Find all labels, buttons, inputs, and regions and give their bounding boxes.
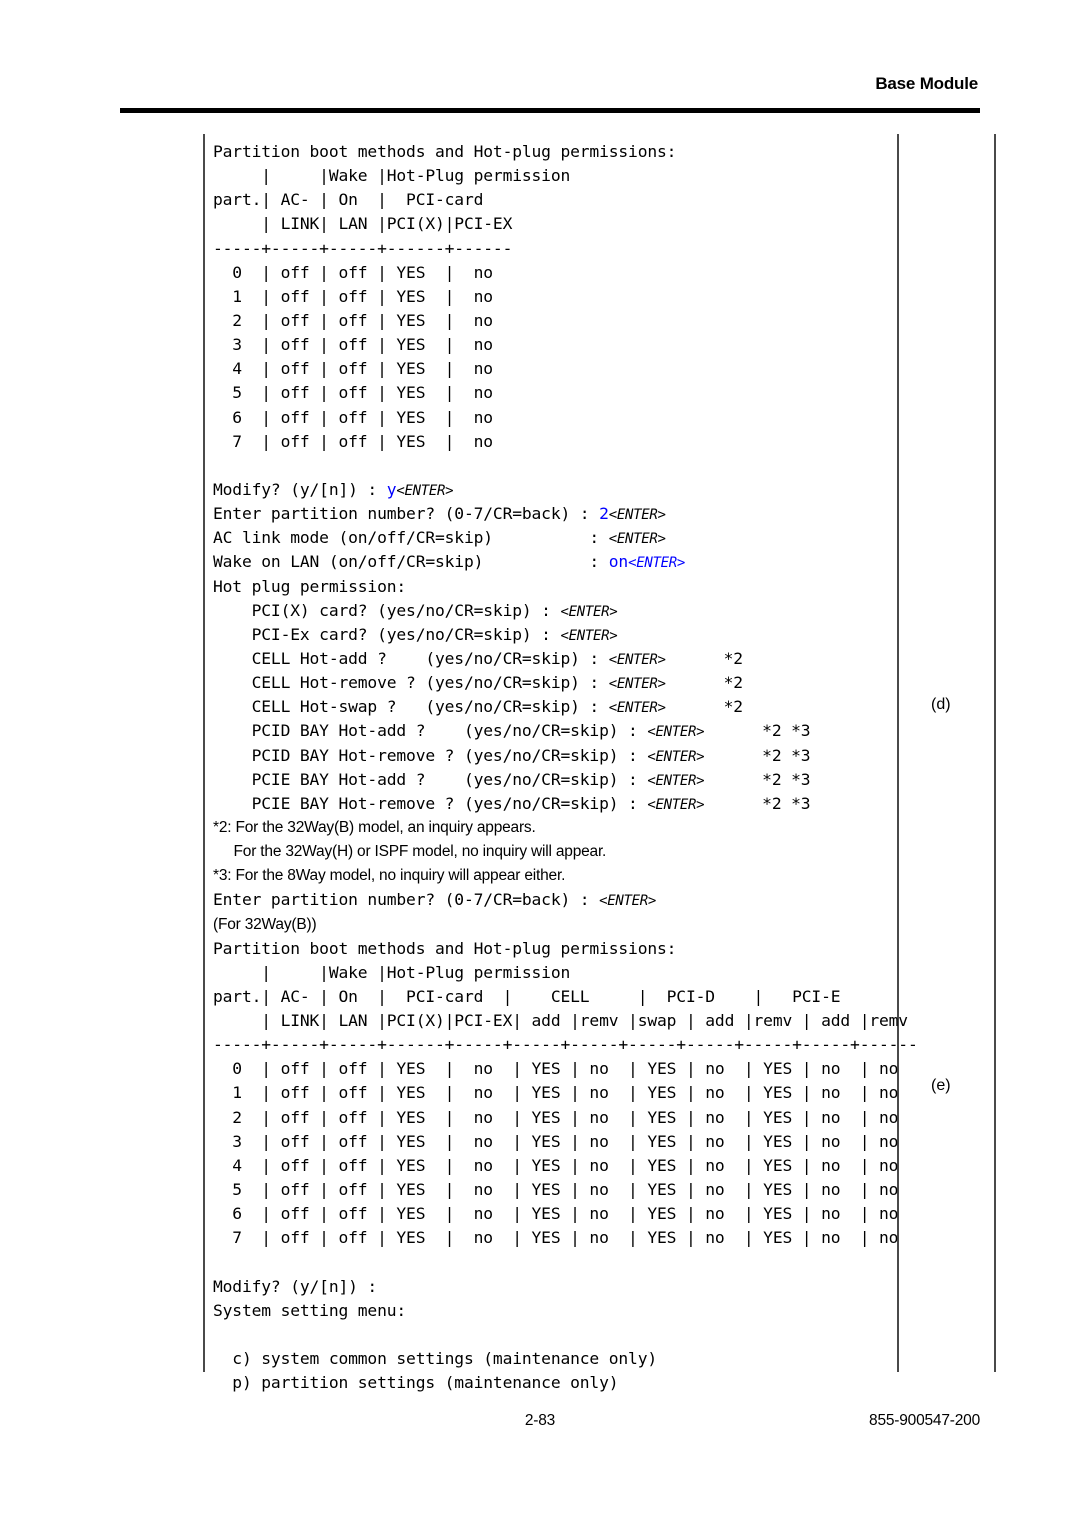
final-prompt-line: Modify? (y/[n]) : <box>213 1276 387 1296</box>
block-b-data-row: 2 | off | off | YES | no | YES | no | YE… <box>213 1107 899 1127</box>
menu-item: c) system common settings (maintenance o… <box>213 1349 657 1369</box>
footer-document-number: 855-900547-200 <box>869 1412 980 1429</box>
footnote-line: *2: For the 32Way(B) model, an inquiry a… <box>213 818 536 836</box>
content-frame-left-rule <box>203 134 205 1372</box>
content-frame-right-rule <box>994 134 996 1372</box>
model-note-line: (For 32Way(B)) <box>213 915 317 933</box>
footnote-line: *3: For the 8Way model, no inquiry will … <box>213 867 566 885</box>
block-b-data-row: 6 | off | off | YES | no | YES | no | YE… <box>213 1204 899 1224</box>
hot-plug-prompt-line: PCIE BAY Hot-remove ? (yes/no/CR=skip) :… <box>213 793 811 813</box>
hot-plug-title: Hot plug permission: <box>213 576 407 596</box>
page-title: Base Module <box>875 74 978 93</box>
prompt-line: AC link mode (on/off/CR=skip) : <ENTER> <box>213 528 666 548</box>
footnote-line: For the 32Way(H) or ISPF model, no inqui… <box>213 843 607 861</box>
block-a-data-row: 6 | off | off | YES | no <box>213 407 493 427</box>
block-a-data-row: 2 | off | off | YES | no <box>213 310 493 330</box>
callout-label-e: (e) <box>931 1077 951 1094</box>
block-b-data-row: 3 | off | off | YES | no | YES | no | YE… <box>213 1131 899 1151</box>
hot-plug-prompt-line: PCIE BAY Hot-add ? (yes/no/CR=skip) : <E… <box>213 769 811 789</box>
hot-plug-prompt-line: PCI(X) card? (yes/no/CR=skip) : <ENTER> <box>213 600 618 620</box>
hot-plug-prompt-line: PCI-Ex card? (yes/no/CR=skip) : <ENTER> <box>213 624 618 644</box>
menu-title: System setting menu: <box>213 1300 407 1320</box>
block-b-data-row: 4 | off | off | YES | no | YES | no | YE… <box>213 1155 899 1175</box>
hot-plug-prompt-line: CELL Hot-remove ? (yes/no/CR=skip) : <EN… <box>213 673 743 693</box>
block-b-separator: -----+-----+-----+------+-----+-----+---… <box>213 1035 918 1055</box>
hot-plug-prompt-line: CELL Hot-add ? (yes/no/CR=skip) : <ENTER… <box>213 648 743 668</box>
block-b-title: Partition boot methods and Hot-plug perm… <box>213 938 677 958</box>
prompt-line: Wake on LAN (on/off/CR=skip) : on<ENTER> <box>213 552 685 572</box>
hot-plug-prompt-line: PCID BAY Hot-remove ? (yes/no/CR=skip) :… <box>213 745 811 765</box>
block-b-data-row: 0 | off | off | YES | no | YES | no | YE… <box>213 1059 899 1079</box>
prompt-line: Enter partition number? (0-7/CR=back) : … <box>213 504 666 524</box>
block-a-data-row: 4 | off | off | YES | no <box>213 359 493 379</box>
block-a-data-row: 5 | off | off | YES | no <box>213 383 493 403</box>
prompt-line: Enter partition number? (0-7/CR=back) : … <box>213 890 656 910</box>
hot-plug-prompt-line: PCID BAY Hot-add ? (yes/no/CR=skip) : <E… <box>213 721 811 741</box>
block-b-header-row: | LINK| LAN |PCI(X)|PCI-EX| add |remv |s… <box>213 1011 908 1031</box>
hot-plug-prompt-line: CELL Hot-swap ? (yes/no/CR=skip) : <ENTE… <box>213 697 743 717</box>
block-a-data-row: 0 | off | off | YES | no <box>213 262 493 282</box>
block-a-title: Partition boot methods and Hot-plug perm… <box>213 142 677 161</box>
header-divider <box>120 108 980 113</box>
block-b-data-row: 5 | off | off | YES | no | YES | no | YE… <box>213 1180 899 1200</box>
block-a-separator: -----+-----+-----+------+------ <box>213 238 513 258</box>
prompt-line: Modify? (y/[n]) : y<ENTER> <box>213 479 454 499</box>
block-b-data-row: 1 | off | off | YES | no | YES | no | YE… <box>213 1083 899 1103</box>
block-a-data-row: 1 | off | off | YES | no <box>213 286 493 306</box>
block-a-header-row: | LINK| LAN |PCI(X)|PCI-EX <box>213 214 513 234</box>
callout-label-d: (d) <box>931 696 951 713</box>
block-b-data-row: 7 | off | off | YES | no | YES | no | YE… <box>213 1228 899 1248</box>
block-a-data-row: 3 | off | off | YES | no <box>213 335 493 355</box>
block-b-header-row: part.| AC- | On | PCI-card | CELL | PCI-… <box>213 986 841 1006</box>
block-b-header-row: | |Wake |Hot-Plug permission <box>213 962 571 982</box>
block-a-header-row: part.| AC- | On | PCI-card <box>213 190 484 210</box>
block-a-header-row: | |Wake |Hot-Plug permission <box>213 166 571 186</box>
block-a-data-row: 7 | off | off | YES | no <box>213 431 493 451</box>
menu-item: p) partition settings (maintenance only) <box>213 1373 619 1393</box>
terminal-transcript: Partition boot methods and Hot-plug perm… <box>213 140 918 1395</box>
